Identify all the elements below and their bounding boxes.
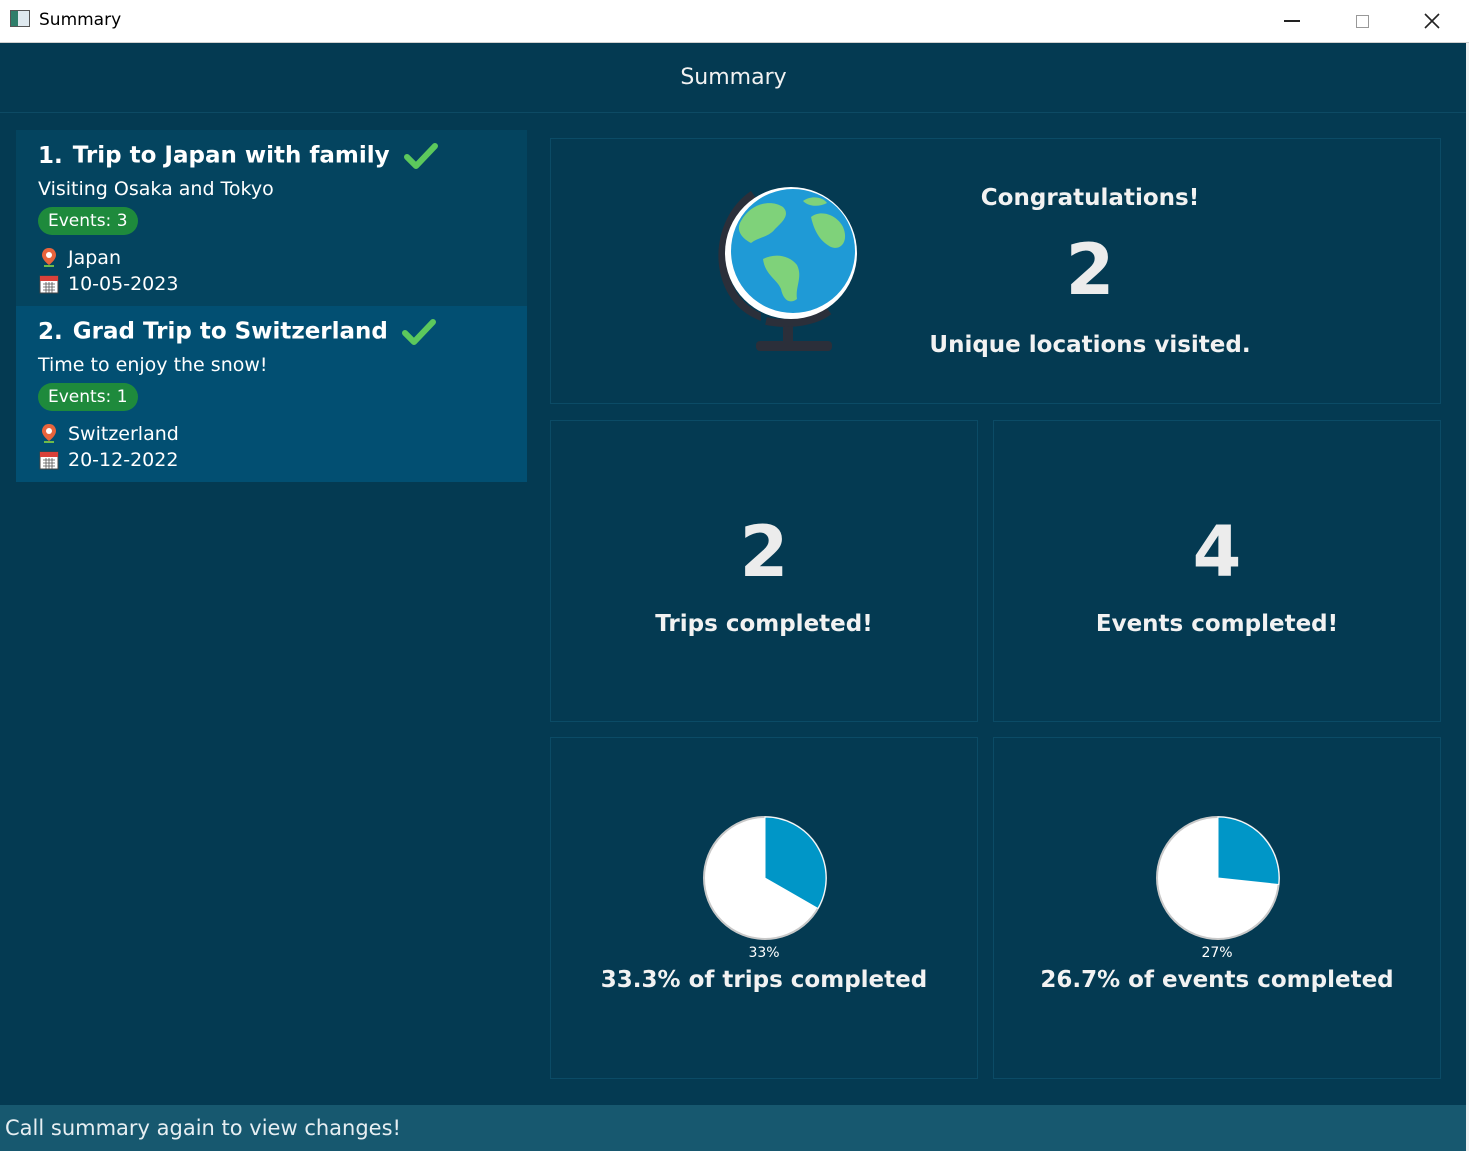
unique-locations-label: Unique locations visited. — [929, 332, 1251, 358]
calendar-icon — [39, 451, 59, 470]
main-content: Summary 1. Trip to Japan with family Visi… — [0, 43, 1469, 1151]
minimize-icon — [1284, 20, 1300, 22]
trips-pie-chart — [703, 816, 827, 940]
trip-description: Visiting Osaka and Tokyo — [38, 178, 274, 200]
trip-name: Trip to Japan with family — [72, 142, 390, 169]
trip-index: 2. — [38, 318, 63, 345]
check-icon — [403, 143, 438, 169]
trip-location: Japan — [38, 247, 121, 269]
location-text: Japan — [68, 247, 121, 269]
minimize-button[interactable] — [1257, 0, 1327, 42]
events-completed-count: 4 — [1192, 511, 1242, 593]
close-button[interactable] — [1397, 0, 1467, 42]
events-badge: Events: 3 — [38, 207, 138, 235]
location-pin-icon — [42, 248, 56, 267]
date-text: 20-12-2022 — [68, 449, 179, 471]
app-window: Summary Summary 1. Trip to Japan with fam… — [0, 0, 1469, 1151]
location-pin-icon — [42, 424, 56, 443]
page-title: Summary — [680, 65, 787, 90]
app-icon — [10, 10, 30, 27]
status-text: Call summary again to view changes! — [5, 1116, 401, 1140]
congrats-heading: Congratulations! — [980, 185, 1200, 211]
events-pie-chart — [1156, 816, 1280, 940]
events-pie-caption: 26.7% of events completed — [1040, 967, 1394, 993]
trip-date: 20-12-2022 — [38, 449, 178, 471]
location-text: Switzerland — [68, 423, 179, 445]
trips-completed-count: 2 — [739, 511, 789, 593]
globe-icon — [718, 187, 857, 351]
pie-data-label: 33% — [748, 945, 780, 961]
calendar-icon — [39, 275, 59, 294]
trip-title: 1. Trip to Japan with family — [38, 142, 438, 170]
maximize-button[interactable] — [1327, 0, 1397, 42]
trip-date: 10-05-2023 — [38, 273, 178, 295]
title-bar: Summary — [0, 0, 1469, 43]
close-icon — [1424, 13, 1440, 29]
pie-data-label: 27% — [1201, 945, 1233, 961]
unique-locations-count: 2 — [1065, 229, 1115, 311]
events-badge: Events: 1 — [38, 383, 138, 411]
trips-completed-card: 2 Trips completed! — [550, 420, 978, 722]
trip-name: Grad Trip to Switzerland — [72, 318, 388, 345]
trip-description: Time to enjoy the snow! — [38, 354, 268, 376]
trip-index: 1. — [38, 142, 63, 169]
trips-pie-card: 33% 33.3% of trips completed — [550, 737, 978, 1079]
trip-list-item[interactable]: 2. Grad Trip to Switzerland Time to enjoy… — [16, 306, 527, 482]
date-text: 10-05-2023 — [68, 273, 179, 295]
trip-title: 2. Grad Trip to Switzerland — [38, 318, 436, 346]
page-header: Summary — [0, 43, 1467, 113]
check-icon — [401, 319, 436, 345]
maximize-icon — [1355, 14, 1369, 28]
unique-locations-card: Congratulations! 2 Unique locations visi… — [550, 138, 1441, 404]
events-completed-card: 4 Events completed! — [993, 420, 1441, 722]
trip-list-item[interactable]: 1. Trip to Japan with family Visiting Osa… — [16, 130, 527, 306]
trips-completed-label: Trips completed! — [655, 611, 873, 637]
trips-pie-caption: 33.3% of trips completed — [600, 967, 928, 993]
trip-location: Switzerland — [38, 423, 179, 445]
status-bar: Call summary again to view changes! — [0, 1105, 1469, 1151]
pie-slice — [1217, 816, 1280, 886]
window-title: Summary — [39, 10, 122, 30]
events-pie-card: 27% 26.7% of events completed — [993, 737, 1441, 1079]
events-completed-label: Events completed! — [1095, 611, 1339, 637]
